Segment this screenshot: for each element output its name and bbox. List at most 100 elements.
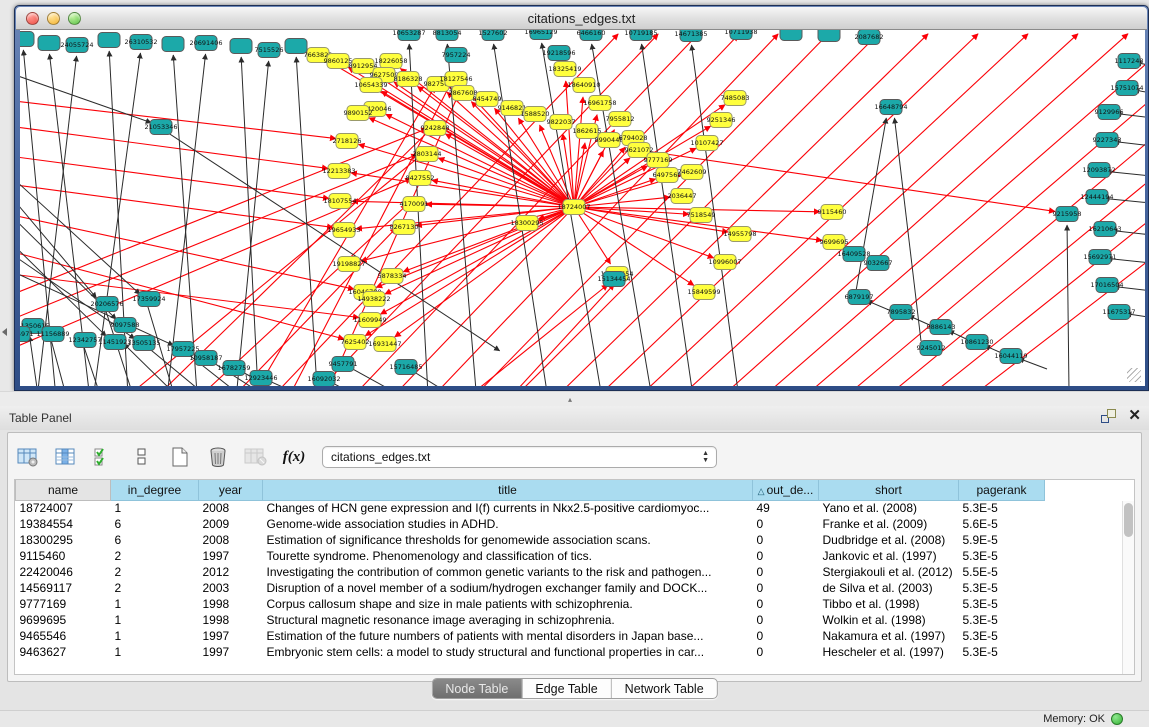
graph-node[interactable]: 17359924 bbox=[132, 292, 165, 307]
collapse-panel-arrow-icon[interactable] bbox=[2, 328, 7, 336]
graph-edge[interactable] bbox=[566, 81, 574, 207]
tab-node-table[interactable]: Node Table bbox=[432, 679, 522, 698]
float-panel-icon[interactable] bbox=[1101, 409, 1116, 423]
table-cell-year[interactable]: 1997 bbox=[199, 548, 263, 564]
graph-edge[interactable] bbox=[296, 57, 321, 386]
table-cell-title[interactable]: Estimation of significance thresholds fo… bbox=[263, 532, 753, 548]
table-row[interactable]: 1456911722003Disruption of a novel membe… bbox=[16, 580, 1123, 596]
graph-node[interactable] bbox=[818, 30, 840, 42]
graph-node[interactable]: 15692971 bbox=[1083, 250, 1116, 265]
table-cell-title[interactable]: Investigating the contribution of common… bbox=[263, 564, 753, 580]
row-height-icon[interactable] bbox=[128, 443, 156, 471]
graph-node[interactable]: 9457791 bbox=[329, 357, 358, 372]
table-cell-short[interactable]: Nakamura et al. (1997) bbox=[819, 628, 959, 644]
table-cell-in_degree[interactable]: 1 bbox=[111, 628, 199, 644]
graph-node[interactable]: 1527602 bbox=[479, 30, 508, 41]
table-cell-name[interactable]: 9463627 bbox=[16, 644, 111, 660]
column-header-in_degree[interactable]: in_degree bbox=[111, 480, 199, 500]
graph-edge[interactable] bbox=[20, 63, 151, 123]
graph-edge[interactable] bbox=[20, 161, 96, 298]
graph-node[interactable]: 18226058 bbox=[374, 54, 407, 69]
graph-node[interactable]: 1117248 bbox=[1115, 54, 1144, 69]
graph-node[interactable]: 2036447 bbox=[668, 189, 697, 204]
graph-node[interactable]: 15849599 bbox=[687, 285, 720, 300]
graph-node[interactable]: 9227343 bbox=[1093, 133, 1122, 148]
column-header-out_degree[interactable]: △out_de... bbox=[753, 480, 819, 500]
table-cell-year[interactable]: 2003 bbox=[199, 580, 263, 596]
table-cell-in_degree[interactable]: 1 bbox=[111, 644, 199, 660]
graph-node[interactable]: 16961758 bbox=[583, 96, 616, 111]
show-column-icon[interactable] bbox=[52, 443, 80, 471]
table-row[interactable]: 1938455462009Genome-wide association stu… bbox=[16, 516, 1123, 532]
table-cell-name[interactable]: 9777169 bbox=[16, 596, 111, 612]
graph-node[interactable]: 6466160 bbox=[577, 30, 606, 41]
table-cell-title[interactable]: Genome-wide association studies in ADHD. bbox=[263, 516, 753, 532]
graph-edge[interactable] bbox=[701, 54, 1145, 386]
graph-node[interactable]: 19218596 bbox=[542, 46, 575, 61]
table-cell-year[interactable]: 2009 bbox=[199, 516, 263, 532]
graph-node[interactable]: 5878334 bbox=[378, 269, 407, 284]
graph-node[interactable]: 15716485 bbox=[389, 360, 422, 375]
graph-node[interactable]: 7515526 bbox=[255, 43, 284, 58]
table-cell-out_degree[interactable]: 0 bbox=[753, 596, 819, 612]
table-cell-short[interactable]: Wolkin et al. (1998) bbox=[819, 612, 959, 628]
horizontal-splitter[interactable]: ▴ bbox=[0, 391, 1149, 406]
column-header-year[interactable]: year bbox=[199, 480, 263, 500]
table-row[interactable]: 977716911998Corpus callosum shape and si… bbox=[16, 596, 1123, 612]
table-cell-name[interactable]: 22420046 bbox=[16, 564, 111, 580]
table-cell-pagerank[interactable]: 5.3E-5 bbox=[959, 580, 1045, 596]
table-cell-short[interactable]: de Silva et al. (2003) bbox=[819, 580, 959, 596]
graph-node[interactable]: 9129966 bbox=[1095, 105, 1124, 120]
graph-node[interactable]: 12213383 bbox=[322, 164, 355, 179]
table-cell-title[interactable]: Disruption of a novel member of a sodium… bbox=[263, 580, 753, 596]
table-row[interactable]: 1830029562008Estimation of significance … bbox=[16, 532, 1123, 548]
column-header-pagerank[interactable]: pagerank bbox=[959, 480, 1045, 500]
table-row[interactable]: 911546021997Tourette syndrome. Phenomeno… bbox=[16, 548, 1123, 564]
network-canvas[interactable]: 1872400776638229860125891295418226058962… bbox=[20, 30, 1145, 386]
graph-node[interactable]: 7485083 bbox=[721, 91, 750, 106]
table-cell-pagerank[interactable]: 5.9E-5 bbox=[959, 532, 1045, 548]
graph-node[interactable]: 16965129 bbox=[524, 30, 557, 40]
graph-edge[interactable] bbox=[241, 57, 261, 386]
table-cell-year[interactable]: 2008 bbox=[199, 500, 263, 516]
table-cell-pagerank[interactable]: 5.5E-5 bbox=[959, 564, 1045, 580]
graph-edge[interactable] bbox=[153, 123, 500, 351]
table-cell-pagerank[interactable]: 5.3E-5 bbox=[959, 548, 1045, 564]
graph-node[interactable]: 7955812 bbox=[606, 112, 635, 127]
table-cell-out_degree[interactable]: 0 bbox=[753, 548, 819, 564]
table-cell-out_degree[interactable]: 0 bbox=[753, 580, 819, 596]
graph-edge[interactable] bbox=[574, 207, 694, 285]
graph-node[interactable]: 24055724 bbox=[60, 38, 93, 53]
table-cell-out_degree[interactable]: 0 bbox=[753, 564, 819, 580]
graph-node[interactable]: 10996007 bbox=[708, 255, 741, 270]
graph-node[interactable]: 4170091 bbox=[400, 197, 429, 212]
table-cell-name[interactable]: 18724007 bbox=[16, 500, 111, 516]
table-cell-year[interactable]: 2012 bbox=[199, 564, 263, 580]
graph-node[interactable] bbox=[780, 30, 802, 41]
graph-node[interactable]: 16648794 bbox=[874, 100, 907, 115]
table-mode-icon[interactable] bbox=[14, 443, 42, 471]
graph-node[interactable] bbox=[162, 37, 184, 52]
graph-edge[interactable] bbox=[541, 34, 978, 386]
graph-node[interactable]: 11675317 bbox=[1102, 305, 1135, 320]
graph-node[interactable]: 9032667 bbox=[864, 256, 893, 271]
graph-node[interactable]: 9245012 bbox=[917, 341, 946, 356]
table-cell-name[interactable]: 18300295 bbox=[16, 532, 111, 548]
table-cell-short[interactable]: Jankovic et al. (1997) bbox=[819, 548, 959, 564]
graph-node[interactable]: 12444194 bbox=[1080, 190, 1113, 205]
table-select-dropdown[interactable]: citations_edges.txt ▲▼ bbox=[322, 446, 717, 468]
table-cell-pagerank[interactable]: 5.3E-5 bbox=[959, 500, 1045, 516]
graph-edge[interactable] bbox=[20, 128, 427, 311]
column-header-short[interactable]: short bbox=[819, 480, 959, 500]
table-cell-pagerank[interactable]: 5.3E-5 bbox=[959, 628, 1045, 644]
graph-edge[interactable] bbox=[221, 86, 435, 386]
table-cell-pagerank[interactable]: 5.3E-5 bbox=[959, 644, 1045, 660]
graph-node[interactable]: 12093872 bbox=[1082, 163, 1115, 178]
select-all-icon[interactable] bbox=[90, 443, 118, 471]
table-cell-title[interactable]: Changes of HCN gene expression and I(f) … bbox=[263, 500, 753, 516]
table-cell-in_degree[interactable]: 2 bbox=[111, 580, 199, 596]
table-cell-year[interactable]: 2008 bbox=[199, 532, 263, 548]
graph-node[interactable]: 7462609 bbox=[678, 165, 707, 180]
graph-node[interactable]: 10719185 bbox=[624, 30, 657, 41]
graph-node[interactable] bbox=[285, 39, 307, 54]
